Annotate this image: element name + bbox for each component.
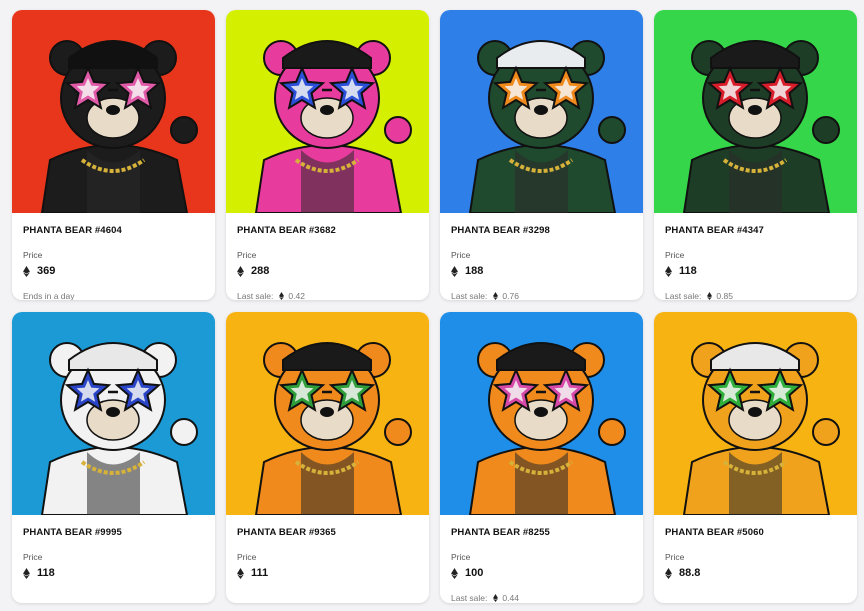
eth-icon bbox=[237, 265, 244, 277]
nft-name[interactable]: PHANTA BEAR #3298 bbox=[451, 225, 632, 236]
nft-name[interactable]: PHANTA BEAR #4347 bbox=[665, 225, 846, 236]
nft-name[interactable]: PHANTA BEAR #9995 bbox=[23, 527, 204, 538]
price-label: Price bbox=[23, 250, 43, 260]
bear-hand bbox=[170, 116, 198, 144]
nft-image[interactable] bbox=[654, 312, 857, 515]
footer-text: Ends in a day bbox=[23, 291, 75, 300]
price-row: 88.8 bbox=[665, 567, 846, 579]
card-info: PHANTA BEAR #9995 Price 118 bbox=[12, 515, 215, 579]
last-sale-value: 0.42 bbox=[288, 291, 305, 300]
price-value: 118 bbox=[679, 265, 697, 277]
eth-icon bbox=[665, 567, 672, 579]
nft-image[interactable] bbox=[654, 10, 857, 213]
price-row: 118 bbox=[23, 567, 204, 579]
last-sale-value: 0.44 bbox=[502, 593, 519, 603]
footer-text: Last sale: bbox=[665, 291, 702, 300]
last-sale-value: 0.85 bbox=[716, 291, 733, 300]
bear-hand bbox=[598, 116, 626, 144]
card-footer: Last sale: 0.85 bbox=[665, 291, 846, 300]
price-value: 88.8 bbox=[679, 567, 701, 579]
price-label: Price bbox=[23, 552, 43, 562]
bear-hand bbox=[812, 418, 840, 446]
price-row: 288 bbox=[237, 265, 418, 277]
price-row: 369 bbox=[23, 265, 204, 277]
bear-hand bbox=[598, 418, 626, 446]
bear-hand bbox=[170, 418, 198, 446]
price-row: 111 bbox=[237, 567, 418, 579]
nft-image[interactable] bbox=[12, 312, 215, 515]
nft-name[interactable]: PHANTA BEAR #9365 bbox=[237, 527, 418, 538]
nft-grid: PHANTA BEAR #4604 Price 369 Ends in a da… bbox=[0, 0, 864, 611]
card-info: PHANTA BEAR #9365 Price 111 bbox=[226, 515, 429, 579]
nft-card[interactable]: PHANTA BEAR #9365 Price 111 bbox=[226, 312, 429, 603]
eth-icon bbox=[23, 265, 30, 277]
price-value: 369 bbox=[37, 265, 56, 277]
card-footer: Last sale: 0.42 bbox=[237, 291, 418, 300]
card-footer: Last sale: 0.76 bbox=[451, 291, 632, 300]
nft-image[interactable] bbox=[12, 10, 215, 213]
eth-icon bbox=[279, 292, 285, 300]
nft-name[interactable]: PHANTA BEAR #5060 bbox=[665, 527, 846, 538]
card-info: PHANTA BEAR #3682 Price 288 Last sale: 0… bbox=[226, 213, 429, 300]
nft-card[interactable]: PHANTA BEAR #8255 Price 100 Last sale: 0… bbox=[440, 312, 643, 603]
nft-card[interactable]: PHANTA BEAR #5060 Price 88.8 bbox=[654, 312, 857, 603]
bear-hand bbox=[384, 116, 412, 144]
price-label: Price bbox=[665, 552, 685, 562]
eth-icon bbox=[237, 567, 244, 579]
eth-icon bbox=[493, 594, 499, 602]
eth-icon bbox=[23, 567, 30, 579]
price-value: 100 bbox=[465, 567, 484, 579]
last-sale-value: 0.76 bbox=[502, 291, 519, 300]
nft-image[interactable] bbox=[226, 10, 429, 213]
nft-card[interactable]: PHANTA BEAR #9995 Price 118 bbox=[12, 312, 215, 603]
price-label: Price bbox=[451, 552, 471, 562]
card-info: PHANTA BEAR #4604 Price 369 Ends in a da… bbox=[12, 213, 215, 300]
card-info: PHANTA BEAR #5060 Price 88.8 bbox=[654, 515, 857, 579]
price-label: Price bbox=[665, 250, 685, 260]
nft-image[interactable] bbox=[226, 312, 429, 515]
price-row: 100 bbox=[451, 567, 632, 579]
card-footer: Last sale: 0.44 bbox=[451, 593, 632, 603]
price-value: 288 bbox=[251, 265, 270, 277]
card-info: PHANTA BEAR #3298 Price 188 Last sale: 0… bbox=[440, 213, 643, 300]
footer-text: Last sale: bbox=[237, 291, 274, 300]
nft-name[interactable]: PHANTA BEAR #4604 bbox=[23, 225, 204, 236]
footer-text: Last sale: bbox=[451, 291, 488, 300]
footer-text: Last sale: bbox=[451, 593, 488, 603]
nft-card[interactable]: PHANTA BEAR #3298 Price 188 Last sale: 0… bbox=[440, 10, 643, 300]
nft-name[interactable]: PHANTA BEAR #3682 bbox=[237, 225, 418, 236]
price-label: Price bbox=[237, 552, 257, 562]
price-label: Price bbox=[237, 250, 257, 260]
nft-image[interactable] bbox=[440, 312, 643, 515]
price-label: Price bbox=[451, 250, 471, 260]
price-value: 188 bbox=[465, 265, 484, 277]
nft-card[interactable]: PHANTA BEAR #4604 Price 369 Ends in a da… bbox=[12, 10, 215, 300]
price-value: 118 bbox=[37, 567, 55, 579]
eth-icon bbox=[493, 292, 499, 300]
bear-hand bbox=[812, 116, 840, 144]
card-info: PHANTA BEAR #8255 Price 100 Last sale: 0… bbox=[440, 515, 643, 603]
eth-icon bbox=[451, 265, 458, 277]
eth-icon bbox=[451, 567, 458, 579]
nft-card[interactable]: PHANTA BEAR #4347 Price 118 Last sale: 0… bbox=[654, 10, 857, 300]
bear-hand bbox=[384, 418, 412, 446]
price-value: 111 bbox=[251, 567, 269, 579]
nft-image[interactable] bbox=[440, 10, 643, 213]
nft-name[interactable]: PHANTA BEAR #8255 bbox=[451, 527, 632, 538]
nft-card[interactable]: PHANTA BEAR #3682 Price 288 Last sale: 0… bbox=[226, 10, 429, 300]
eth-icon bbox=[707, 292, 713, 300]
price-row: 188 bbox=[451, 265, 632, 277]
eth-icon bbox=[665, 265, 672, 277]
card-info: PHANTA BEAR #4347 Price 118 Last sale: 0… bbox=[654, 213, 857, 300]
card-footer: Ends in a day bbox=[23, 291, 204, 300]
price-row: 118 bbox=[665, 265, 846, 277]
